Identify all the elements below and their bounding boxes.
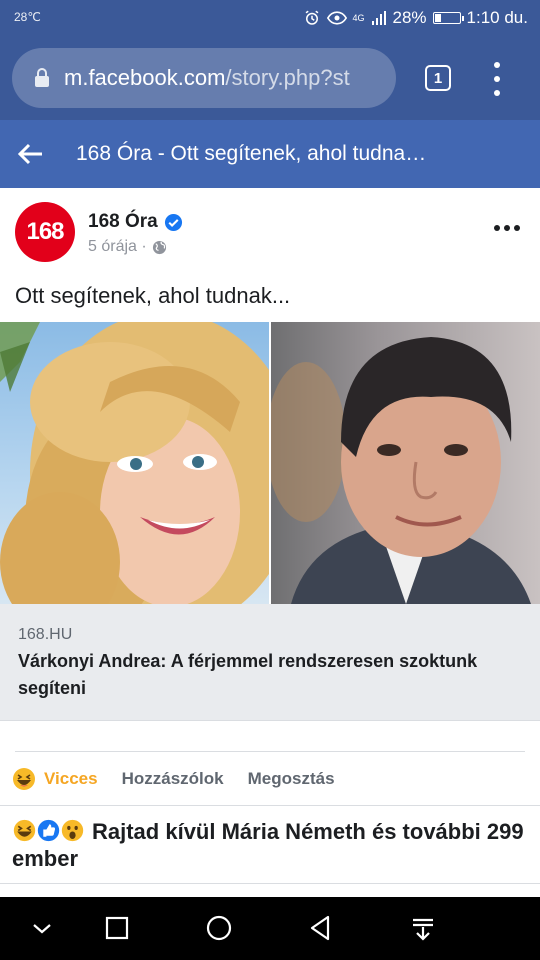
back-icon[interactable]: [306, 913, 336, 943]
fb-story-header: 168 Óra - Ott segítenek, ahol tudna…: [0, 120, 540, 188]
chevron-down-icon[interactable]: [27, 913, 57, 943]
like-icon: [36, 818, 61, 843]
url-domain: m.facebook.com: [64, 65, 226, 90]
signal-icon: [371, 11, 386, 25]
tab-count: 1: [433, 69, 443, 87]
reaction-icons: [12, 818, 85, 843]
reactions-summary[interactable]: Rajtad kívül Mária Németh és további 299…: [12, 818, 532, 872]
share-button[interactable]: Megosztás: [248, 769, 335, 789]
address-bar[interactable]: m.facebook.com/story.php?st: [12, 48, 396, 108]
page-title: 168 Óra - Ott segítenek, ahol tudna…: [76, 142, 427, 165]
recent-apps-icon[interactable]: [102, 913, 132, 943]
overflow-menu-icon[interactable]: [487, 62, 507, 96]
globe-icon: [152, 240, 166, 254]
link-preview-box[interactable]: 168.HU Várkonyi Andrea: A férjemmel rend…: [0, 604, 540, 721]
back-arrow-icon[interactable]: [16, 140, 44, 168]
comment-button[interactable]: Hozzászólok: [122, 769, 224, 789]
photo-woman: [0, 322, 269, 604]
page-name[interactable]: 168 Óra: [88, 211, 158, 233]
status-bar: 28℃ 4G 28% 1:10 du.: [0, 0, 540, 36]
home-icon[interactable]: [204, 913, 234, 943]
link-domain: 168.HU: [18, 626, 73, 643]
tab-switcher-icon[interactable]: 1: [425, 65, 451, 91]
android-nav-bar: [0, 897, 540, 960]
divider: [0, 883, 540, 884]
browser-toolbar: m.facebook.com/story.php?st 1: [0, 36, 540, 120]
divider: [15, 751, 525, 752]
wow-icon: [60, 818, 85, 843]
page-name-row: 168 Óra: [88, 211, 183, 233]
network-label: 4G: [352, 12, 365, 23]
clock: 1:10 du.: [466, 8, 528, 27]
link-preview-image[interactable]: [0, 322, 540, 604]
alarm-icon: [305, 10, 318, 25]
photo-man-illustration: [271, 337, 531, 604]
haha-icon: [13, 768, 35, 790]
verified-badge-icon: [164, 213, 182, 231]
link-title: Várkonyi Andrea: A férjemmel rendszerese…: [18, 651, 478, 698]
photo-man: [271, 322, 540, 604]
photo-woman-illustration: [0, 322, 269, 604]
status-right: 4G 28% 1:10 du.: [303, 8, 528, 28]
post-time[interactable]: 5 órája ·: [88, 238, 147, 256]
notification-pull-icon[interactable]: [408, 913, 438, 943]
post-text: Ott segítenek, ahol tudnak...: [15, 283, 291, 308]
battery-percent: 28%: [392, 8, 427, 27]
avatar-text: 168: [26, 218, 64, 245]
haha-icon: [12, 818, 37, 843]
post-options-icon[interactable]: [494, 224, 520, 232]
reactions-text: Rajtad kívül Mária Németh és további 299…: [12, 819, 524, 871]
reaction-button[interactable]: Vicces: [44, 769, 98, 789]
page-avatar[interactable]: 168: [15, 202, 75, 262]
action-bar: Vicces Hozzászólok Megosztás: [12, 764, 335, 794]
divider: [0, 805, 540, 806]
lock-icon: [35, 68, 49, 87]
eye-icon: [326, 11, 347, 25]
battery-icon: [432, 12, 464, 24]
post-meta: 5 órája ·: [88, 238, 167, 256]
battery-level: [434, 14, 441, 22]
status-left-text: 28℃: [14, 10, 41, 24]
url-path: /story.php?st: [225, 65, 350, 90]
